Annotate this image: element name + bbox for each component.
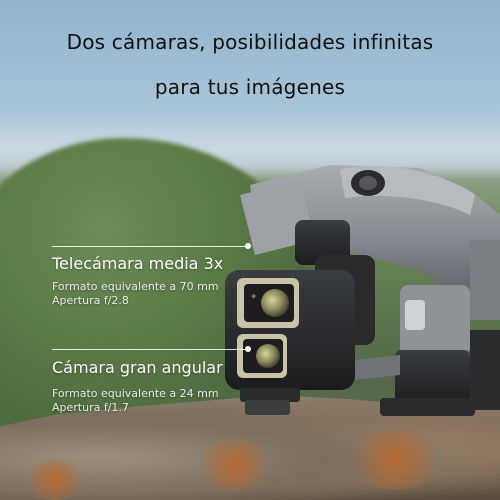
motor — [395, 350, 470, 405]
body-underside — [355, 355, 400, 380]
callout-dot-wide — [245, 346, 251, 352]
gimbal-base — [240, 388, 300, 402]
rear-motor — [470, 330, 500, 410]
product-banner: Dos cámaras, posibilidades infinitas par… — [0, 0, 500, 500]
tele-camera-lens — [261, 289, 289, 317]
callout-aperture-wide: Apertura f/1.7 — [52, 401, 129, 414]
wide-camera-lens — [256, 344, 280, 368]
callout-format-wide: Formato equivalente a 24 mm — [52, 387, 219, 400]
dji-logo-icon: ◈ — [251, 292, 257, 300]
landing-foot — [380, 398, 475, 416]
landing-pad — [245, 400, 290, 415]
rear-arm — [470, 240, 500, 320]
callout-title-tele: Telecámara media 3x — [52, 254, 224, 273]
callout-title-wide: Cámara gran angular — [52, 358, 223, 377]
front-sensor-lens — [359, 176, 377, 190]
arm-light — [405, 300, 425, 330]
callout-aperture-tele: Apertura f/2.8 — [52, 294, 129, 307]
callout-format-tele: Formato equivalente a 70 mm — [52, 280, 219, 293]
callout-line-tele — [52, 246, 248, 247]
drone-image: ◈ — [225, 165, 500, 416]
callout-line-wide — [52, 349, 248, 350]
callout-dot-tele — [245, 243, 251, 249]
